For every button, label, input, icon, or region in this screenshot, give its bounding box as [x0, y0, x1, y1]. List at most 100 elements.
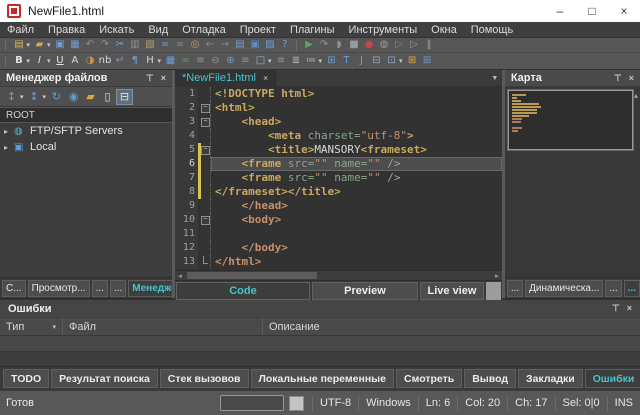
- snippets-icon[interactable]: ▨: [263, 39, 276, 51]
- horizontal-rule-icon[interactable]: ≡: [194, 55, 207, 67]
- pin-icon[interactable]: ⊤: [614, 73, 622, 84]
- tab-call-stack[interactable]: Стек вызовов: [160, 369, 249, 388]
- code-line-11[interactable]: 11: [175, 227, 502, 241]
- step-over-icon[interactable]: ↷: [317, 39, 330, 51]
- view-tab-live-view[interactable]: Live view: [420, 282, 484, 300]
- heading-dropdown-icon[interactable]: ▾: [157, 57, 161, 65]
- step-into-icon[interactable]: ◗: [332, 39, 345, 51]
- column-header-file[interactable]: Файл: [63, 318, 263, 335]
- tab-list-dropdown-icon[interactable]: ▼: [488, 70, 502, 86]
- frameset-icon[interactable]: ⊞: [406, 55, 419, 67]
- code-line-1[interactable]: 1 <!DOCTYPE html>: [175, 87, 502, 101]
- menu-file[interactable]: Файл: [0, 24, 41, 36]
- code-line-5[interactable]: 5 − <title>MANSORY<frameset>: [175, 143, 502, 157]
- tab-more-4[interactable]: ...: [605, 280, 621, 297]
- list-icon[interactable]: ≔: [304, 55, 317, 67]
- scroll-right-icon[interactable]: ▸: [492, 272, 502, 280]
- table-icon[interactable]: ⊞: [325, 55, 338, 67]
- hyperlink-icon[interactable]: ⊕: [224, 55, 237, 67]
- tab-local-variables[interactable]: Локальные переменные: [251, 369, 394, 388]
- menu-search[interactable]: Искать: [92, 24, 141, 36]
- open-file-dropdown-icon[interactable]: ▾: [47, 41, 51, 49]
- bold-dropdown-icon[interactable]: ▾: [26, 57, 30, 65]
- expand-icon[interactable]: ▸: [4, 143, 14, 152]
- code-line-6[interactable]: 6 <frame src="" name="" />: [175, 157, 502, 171]
- input-field-icon[interactable]: ⊟: [370, 55, 383, 67]
- italic-icon[interactable]: I: [33, 55, 46, 67]
- code-line-4[interactable]: 4 <meta charset="utf-8">: [175, 129, 502, 143]
- view-tab-preview[interactable]: Preview: [312, 282, 418, 300]
- close-icon[interactable]: ×: [608, 0, 640, 22]
- align-center-icon[interactable]: ≡: [239, 55, 252, 67]
- paste-icon[interactable]: ▧: [143, 39, 156, 51]
- ftp-connection-icon[interactable]: ▰: [83, 90, 98, 104]
- code-line-7[interactable]: 7 <frame src="" name="" />: [175, 171, 502, 185]
- filter-dropdown-icon[interactable]: ▾: [52, 323, 56, 331]
- splitter-handle[interactable]: [486, 282, 501, 300]
- run-to-cursor-icon[interactable]: ▷: [392, 39, 405, 51]
- fold-collapse-icon[interactable]: −: [201, 118, 210, 127]
- fold-collapse-icon[interactable]: −: [201, 216, 210, 225]
- tree-view-icon[interactable]: ⊟: [117, 90, 132, 104]
- code-line-9[interactable]: 9 </head>: [175, 199, 502, 213]
- toggle-breakpoint-icon[interactable]: ●: [362, 39, 375, 51]
- tab-output[interactable]: Вывод: [464, 369, 516, 388]
- menu-help[interactable]: Помощь: [464, 24, 521, 36]
- close-icon[interactable]: ×: [627, 303, 632, 314]
- refresh-icon[interactable]: ↻: [49, 90, 64, 104]
- non-breaking-space-icon[interactable]: nb: [98, 55, 111, 67]
- tab-more-3[interactable]: ...: [507, 280, 523, 297]
- preview-in-browser-icon[interactable]: ∞: [179, 55, 192, 67]
- menu-windows[interactable]: Окна: [424, 24, 464, 36]
- cut-icon[interactable]: ✂: [113, 39, 126, 51]
- scrollbar-track[interactable]: [185, 272, 492, 279]
- view-tab-code[interactable]: Code: [176, 282, 310, 300]
- list-dropdown-icon[interactable]: ▾: [318, 57, 322, 65]
- minimize-icon[interactable]: –: [544, 0, 576, 22]
- code-minimap[interactable]: [508, 90, 633, 150]
- tab-watch[interactable]: Смотреть: [396, 369, 462, 388]
- fold-collapse-icon[interactable]: −: [201, 104, 210, 113]
- expand-icon[interactable]: ▸: [4, 127, 14, 136]
- save-all-icon[interactable]: ▦: [68, 39, 81, 51]
- help-icon[interactable]: ?: [278, 39, 291, 51]
- status-input[interactable]: [220, 395, 284, 411]
- code-line-3[interactable]: 3 − <head>: [175, 115, 502, 129]
- find-icon[interactable]: ∞: [158, 39, 171, 51]
- document-tab[interactable]: *NewFile1.html ×: [175, 70, 276, 86]
- tab-bookmarks[interactable]: Закладки: [518, 369, 583, 388]
- code-line-12[interactable]: 12 </body>: [175, 241, 502, 255]
- tab-errors[interactable]: Ошибки: [585, 369, 640, 388]
- code-line-2[interactable]: 2 − <html>: [175, 101, 502, 115]
- close-icon[interactable]: ×: [161, 73, 166, 84]
- column-header-type[interactable]: Тип ▾: [0, 318, 63, 335]
- tree-item-ftp-sftp-servers[interactable]: ▸ ◍ FTP/SFTP Servers: [0, 123, 172, 139]
- close-icon[interactable]: ×: [629, 73, 634, 84]
- layout-icon[interactable]: ⊞: [421, 55, 434, 67]
- tab-more-2[interactable]: ...: [110, 280, 126, 297]
- column-header-description[interactable]: Описание: [263, 318, 640, 335]
- paragraph-icon[interactable]: ¶: [128, 55, 141, 67]
- synchronize-icon[interactable]: ◉: [66, 90, 81, 104]
- heading-icon[interactable]: H: [143, 55, 156, 67]
- menu-tools[interactable]: Инструменты: [342, 24, 425, 36]
- menu-view[interactable]: Вид: [141, 24, 175, 36]
- menu-project[interactable]: Проект: [233, 24, 283, 36]
- line-break-icon[interactable]: ↵: [113, 55, 126, 67]
- underline-icon[interactable]: U: [53, 55, 66, 67]
- run-icon[interactable]: ▶: [302, 39, 315, 51]
- div-box-icon[interactable]: □: [254, 55, 267, 67]
- open-file-icon[interactable]: ▰: [33, 39, 46, 51]
- errors-list[interactable]: [0, 336, 640, 366]
- new-file-dropdown-icon[interactable]: ▾: [26, 41, 30, 49]
- insert-image-icon[interactable]: ▦: [164, 55, 177, 67]
- combobox-dropdown-icon[interactable]: ▾: [399, 57, 403, 65]
- script-icon[interactable]: J: [355, 55, 368, 67]
- textarea-icon[interactable]: T: [340, 55, 353, 67]
- code-editor[interactable]: 1 <!DOCTYPE html> 2 − <html> 3 − <head> …: [175, 86, 502, 270]
- breakpoints-window-icon[interactable]: ◍: [377, 39, 390, 51]
- sort-by-name-dropdown-icon[interactable]: ▾: [20, 93, 24, 101]
- code-line-8[interactable]: 8 </frameset></title>: [175, 185, 502, 199]
- tab-more-1[interactable]: ...: [92, 280, 108, 297]
- fold-collapse-icon[interactable]: −: [201, 146, 210, 155]
